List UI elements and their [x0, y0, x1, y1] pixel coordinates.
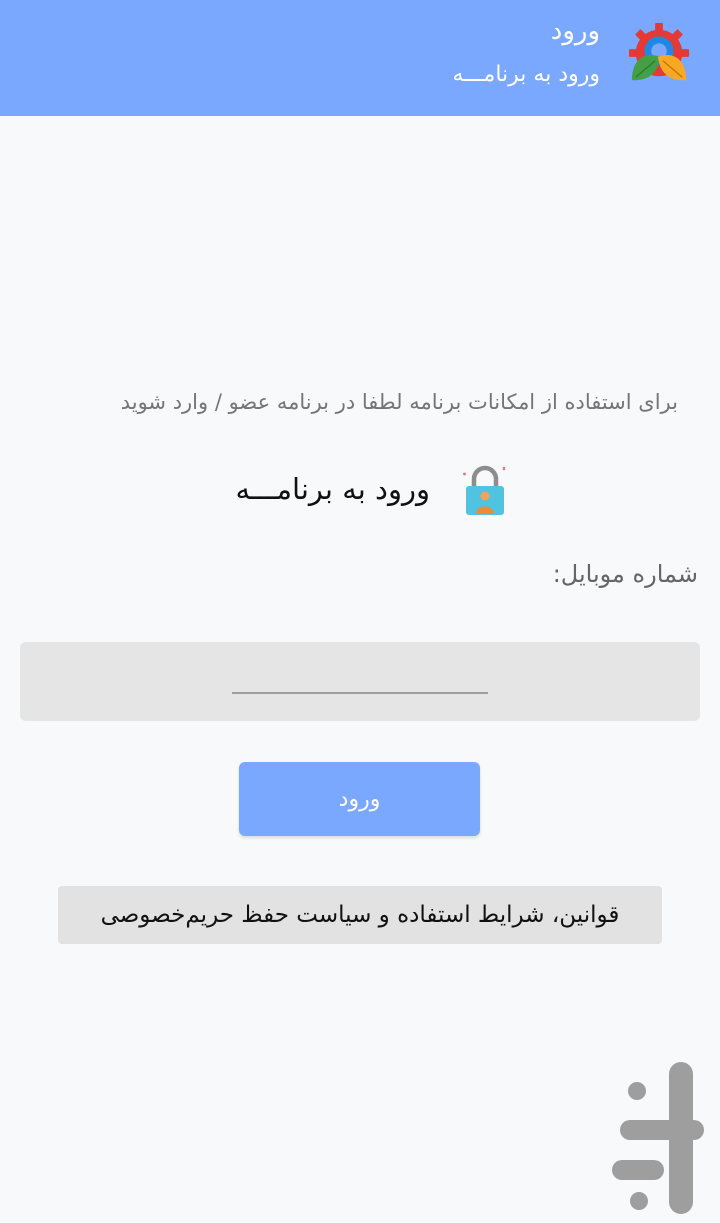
app-bar: ورود ورود به برنامـــه [0, 0, 720, 116]
intro-message: برای استفاده از امکانات برنامه لطفا در ب… [120, 390, 678, 414]
lock-user-icon [462, 464, 508, 516]
login-section-title: ورود به برنامـــه [235, 472, 430, 506]
mobile-number-input[interactable] [232, 658, 488, 694]
app-bar-title: ورود [550, 16, 600, 46]
mobile-number-label: شماره موبایل: [552, 560, 698, 588]
gear-leaf-logo-icon [628, 22, 690, 84]
app-bar-subtitle: ورود به برنامـــه [452, 62, 600, 87]
login-button[interactable]: ورود [239, 762, 480, 836]
login-section-header: ورود به برنامـــه [0, 460, 720, 520]
app-store-watermark-icon [612, 1062, 716, 1214]
mobile-input-container [20, 642, 700, 721]
terms-privacy-button[interactable]: قوانین، شرایط استفاده و سیاست حفظ حریم‌خ… [58, 886, 662, 944]
